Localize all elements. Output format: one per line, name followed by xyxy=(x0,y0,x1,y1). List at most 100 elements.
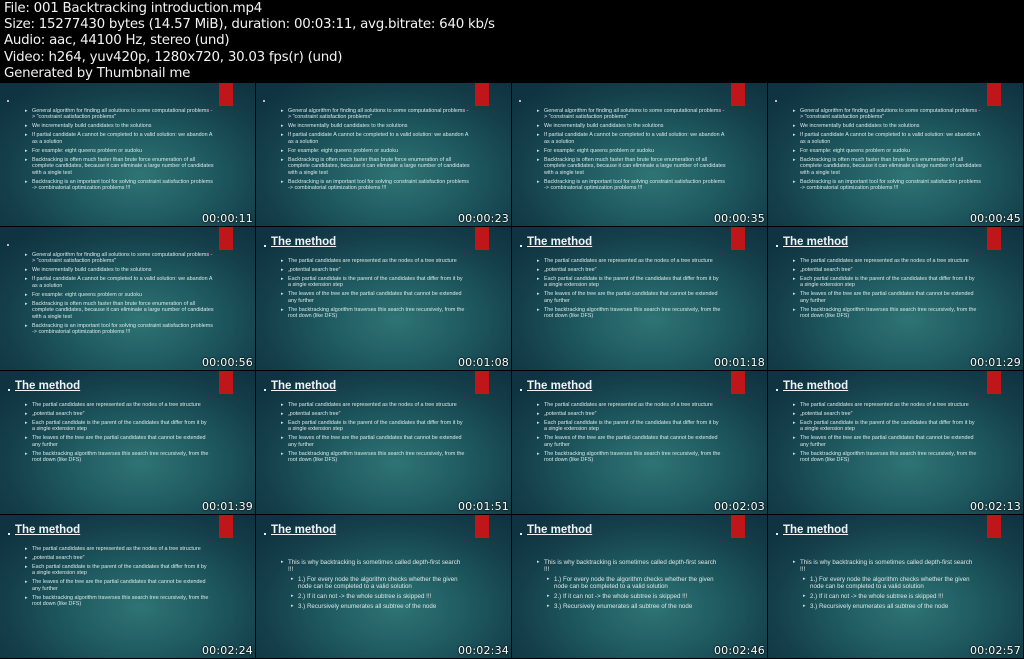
video-thumbnail[interactable]: The method The partial candidates are rep… xyxy=(0,371,255,514)
video-thumbnail[interactable]: General algorithm for finding all soluti… xyxy=(768,83,1023,226)
slide-bullet: The partial candidates are represented a… xyxy=(281,402,466,409)
title-bullet-dot xyxy=(8,389,10,391)
slide-bullet: The partial candidates are represented a… xyxy=(281,258,466,265)
slide-accent-bar xyxy=(731,227,745,250)
video-thumbnail[interactable]: General algorithm for finding all soluti… xyxy=(0,83,255,226)
title-bullet-dot xyxy=(519,100,521,102)
slide-bullet: The leaves of the tree are the partial c… xyxy=(25,435,210,448)
title-bullet-dot xyxy=(263,100,265,102)
title-bullet-dot xyxy=(776,245,778,247)
slide-bullet: Each partial candidate is the parent of … xyxy=(537,276,722,289)
thumbnail-timestamp: 00:02:57 xyxy=(969,644,1021,657)
thumbnail-timestamp: 00:01:29 xyxy=(969,356,1021,369)
slide-bullet: Each partial candidate is the parent of … xyxy=(537,420,722,433)
slide-bullet: The leaves of the tree are the partial c… xyxy=(537,291,722,304)
slide-bullet: „potential search tree” xyxy=(793,411,978,418)
slide-title: The method xyxy=(271,236,337,248)
slide-bullet: This is why backtracking is sometimes ca… xyxy=(537,559,717,574)
slide-bullet: The backtracking algorithm traverses thi… xyxy=(25,595,210,608)
video-thumbnail[interactable]: The method This is why backtracking is so… xyxy=(256,515,511,658)
slide-bullet-list: This is why backtracking is sometimes ca… xyxy=(537,559,717,613)
slide-bullet: The leaves of the tree are the partial c… xyxy=(793,291,978,304)
slide-accent-bar xyxy=(987,227,1001,250)
slide-bullet: For example: eight queens problem or sud… xyxy=(25,292,215,299)
slide-bullet: For example: eight queens problem or sud… xyxy=(793,148,983,155)
video-thumbnail[interactable]: The method This is why backtracking is so… xyxy=(768,515,1023,658)
video-thumbnail[interactable]: The method The partial candidates are rep… xyxy=(256,371,511,514)
video-thumbnail[interactable]: The method The partial candidates are rep… xyxy=(0,515,255,658)
slide-bullet: Backtracking is often much faster than b… xyxy=(25,301,215,320)
slide-bullet: 1.) For every node the algorithm checks … xyxy=(291,576,461,591)
slide-bullet: We incrementally build candidates to the… xyxy=(281,123,471,130)
thumbnail-timestamp: 00:00:11 xyxy=(201,212,253,225)
slide-bullet: „potential search tree” xyxy=(537,267,722,274)
title-bullet-dot xyxy=(520,389,522,391)
video-thumbnail[interactable]: The method The partial candidates are rep… xyxy=(512,371,767,514)
video-thumbnail[interactable]: The method The partial candidates are rep… xyxy=(512,227,767,370)
title-bullet-dot xyxy=(520,533,522,535)
slide-bullet: If partial candidate A cannot be complet… xyxy=(25,132,215,145)
slide-bullet: For example: eight queens problem or sud… xyxy=(281,148,471,155)
slide-bullet: The backtracking algorithm traverses thi… xyxy=(25,451,210,464)
slide-bullet: For example: eight queens problem or sud… xyxy=(537,148,727,155)
slide-bullet: „potential search tree” xyxy=(281,411,466,418)
video-thumbnail[interactable]: General algorithm for finding all soluti… xyxy=(512,83,767,226)
video-thumbnail[interactable]: The method The partial candidates are rep… xyxy=(768,227,1023,370)
video-thumbnail[interactable]: The method This is why backtracking is so… xyxy=(512,515,767,658)
slide-bullet: The backtracking algorithm traverses thi… xyxy=(537,307,722,320)
slide-bullet: This is why backtracking is sometimes ca… xyxy=(793,559,973,574)
slide-bullet: If partial candidate A cannot be complet… xyxy=(281,132,471,145)
slide-bullet: Each partial candidate is the parent of … xyxy=(281,276,466,289)
audio-info-line: Audio: aac, 44100 Hz, stereo (und) xyxy=(4,33,230,49)
slide-accent-bar xyxy=(987,83,1001,106)
video-thumbnail[interactable]: The method The partial candidates are rep… xyxy=(768,371,1023,514)
slide-bullet: The leaves of the tree are the partial c… xyxy=(25,579,210,592)
slide-bullet: Each partial candidate is the parent of … xyxy=(25,564,210,577)
slide-bullet: 1.) For every node the algorithm checks … xyxy=(547,576,717,591)
slide-bullet: If partial candidate A cannot be complet… xyxy=(25,276,215,289)
video-info-line: Video: h264, yuv420p, 1280x720, 30.03 fp… xyxy=(4,49,343,65)
slide-bullet: General algorithm for finding all soluti… xyxy=(793,108,983,121)
slide-bullet: Each partial candidate is the parent of … xyxy=(793,420,978,433)
slide-bullet: The backtracking algorithm traverses thi… xyxy=(281,307,466,320)
slide-bullet: Backtracking is often much faster than b… xyxy=(537,157,727,176)
slide-accent-bar xyxy=(219,371,233,394)
slide-title: The method xyxy=(783,380,849,392)
thumbnail-timestamp: 00:01:39 xyxy=(201,500,253,513)
slide-bullet: The partial candidates are represented a… xyxy=(537,402,722,409)
slide-bullet: The leaves of the tree are the partial c… xyxy=(537,435,722,448)
thumbnail-timestamp: 00:01:18 xyxy=(713,356,765,369)
slide-accent-bar xyxy=(731,371,745,394)
slide-bullet-list: The partial candidates are represented a… xyxy=(793,258,978,322)
slide-bullet: 3.) Recursively enumerates all subtree o… xyxy=(803,603,973,611)
slide-bullet: Backtracking is often much faster than b… xyxy=(793,157,983,176)
title-bullet-dot xyxy=(7,100,9,102)
slide-bullet: The partial candidates are represented a… xyxy=(537,258,722,265)
video-thumbnail[interactable]: General algorithm for finding all soluti… xyxy=(0,227,255,370)
slide-bullet: General algorithm for finding all soluti… xyxy=(537,108,727,121)
slide-bullet: General algorithm for finding all soluti… xyxy=(25,108,215,121)
slide-accent-bar xyxy=(475,515,489,538)
thumbnail-timestamp: 00:01:51 xyxy=(457,500,509,513)
slide-bullet: The leaves of the tree are the partial c… xyxy=(281,291,466,304)
slide-bullet: We incrementally build candidates to the… xyxy=(25,123,215,130)
slide-bullet: For example: eight queens problem or sud… xyxy=(25,148,215,155)
slide-bullet: 1.) For every node the algorithm checks … xyxy=(803,576,973,591)
slide-bullet-list: General algorithm for finding all soluti… xyxy=(25,252,215,338)
slide-bullet-list: General algorithm for finding all soluti… xyxy=(537,108,727,194)
video-thumbnail[interactable]: General algorithm for finding all soluti… xyxy=(256,83,511,226)
thumbnail-grid: General algorithm for finding all soluti… xyxy=(0,83,1024,659)
slide-bullet: The partial candidates are represented a… xyxy=(25,402,210,409)
video-thumbnail[interactable]: The method The partial candidates are rep… xyxy=(256,227,511,370)
slide-accent-bar xyxy=(475,83,489,106)
slide-accent-bar xyxy=(219,515,233,538)
slide-accent-bar xyxy=(219,83,233,106)
title-bullet-dot xyxy=(264,389,266,391)
slide-bullet: 3.) Recursively enumerates all subtree o… xyxy=(291,603,461,611)
slide-bullet: The backtracking algorithm traverses thi… xyxy=(793,451,978,464)
thumbnail-timestamp: 00:01:08 xyxy=(457,356,509,369)
slide-bullet: „potential search tree” xyxy=(281,267,466,274)
slide-bullet: We incrementally build candidates to the… xyxy=(793,123,983,130)
slide-bullet: „potential search tree” xyxy=(25,555,210,562)
title-bullet-dot xyxy=(264,533,266,535)
